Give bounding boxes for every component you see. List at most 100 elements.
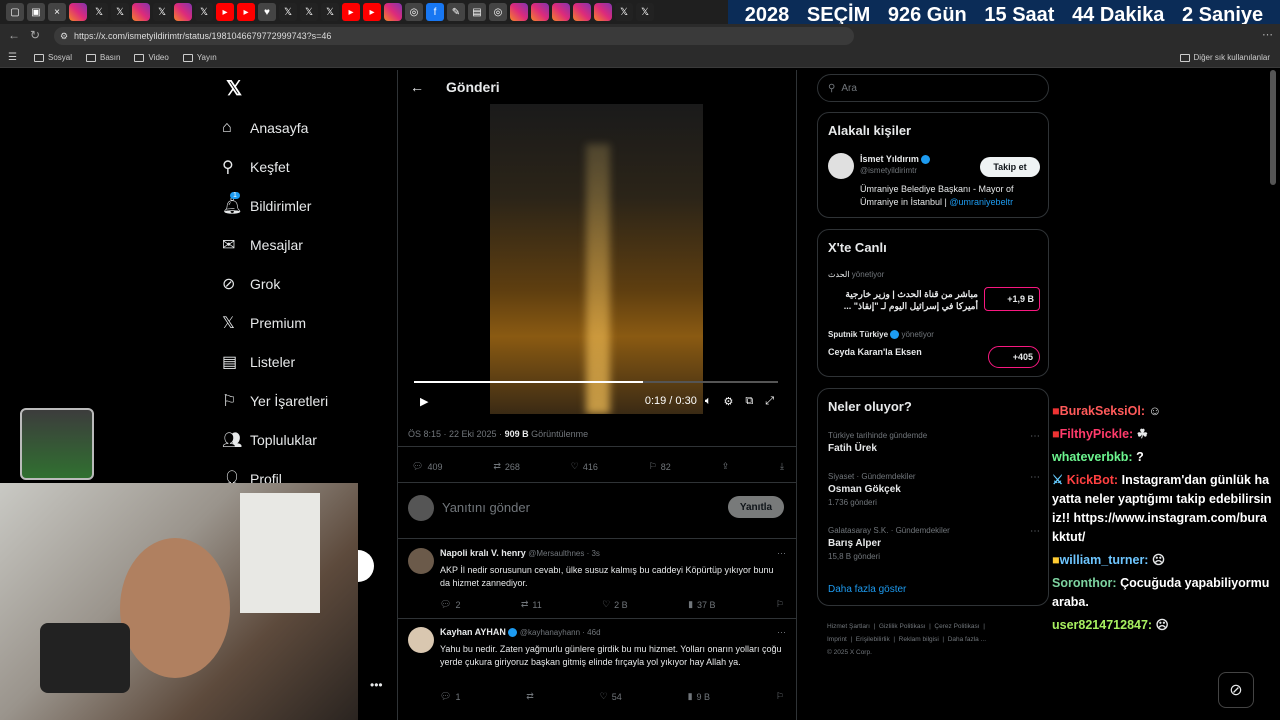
bookmark-folder-yayin[interactable]: Yayın [182,53,217,62]
settings-icon[interactable]: ⚙ [723,395,733,408]
bookmark-folder-basin[interactable]: Basın [86,53,120,62]
retweet-button[interactable]: ⇄ 268 [493,461,520,472]
instagram-tab-icon[interactable] [69,3,87,21]
instagram-tab-icon[interactable] [510,3,528,21]
youtube-tab-icon[interactable]: ▸ [363,3,381,21]
more-icon[interactable]: ⋯ [1030,526,1040,537]
host-name[interactable]: الحدث [828,270,850,279]
nav-bookmarks[interactable]: ⚐ Yer İşaretleri [222,381,392,420]
youtube-tab-icon[interactable]: ▸ [342,3,360,21]
grok-icon[interactable]: ⊘ [1218,672,1254,708]
reply-button[interactable]: 💬︎ 409 [412,461,442,472]
follow-button[interactable]: Takip et [980,157,1040,177]
more-icon[interactable]: ⋯ [777,548,786,559]
youtube-tab-icon[interactable]: ▸ [216,3,234,21]
bookmark-folder-video[interactable]: Video [134,53,169,62]
trend-item[interactable]: Türkiye tarihinde gündemde Fatih Ürek ⋯ [828,431,1040,454]
like-button[interactable]: ♡ 416 [571,461,598,472]
bookmark-button[interactable]: ⚐ [776,691,784,702]
avatar[interactable] [408,548,434,574]
bookmark-folder-sosyal[interactable]: Sosyal [34,53,72,62]
show-more-link[interactable]: Daha fazla göster [828,584,906,595]
nav-communities[interactable]: 👥︎ Topluluklar [222,420,392,459]
download-button[interactable]: ⤓ [780,461,784,472]
more-dots-icon[interactable]: ••• [370,678,383,692]
instagram-tab-icon[interactable] [132,3,150,21]
x-tab-icon[interactable]: 𝕏 [195,3,213,21]
nav-explore[interactable]: ⚲ Keşfet [222,147,392,186]
url-field[interactable]: ⚙ https://x.com/ismetyildirimtr/status/1… [54,27,854,45]
footer-link[interactable]: Hizmet Şartları [827,623,870,630]
menu-dots-icon[interactable]: ⋯ [1262,28,1273,41]
globe-tab-icon[interactable]: ◎ [489,3,507,21]
nav-lists[interactable]: ▤ Listeler [222,342,392,381]
share-button[interactable]: ⇪ [722,461,730,472]
footer-link[interactable]: Reklam bilgisi [899,636,939,643]
more-icon[interactable]: ⋯ [1030,472,1040,483]
tab-actions-icon[interactable]: ▣ [27,3,45,21]
trend-item[interactable]: Galatasaray S.K. · Gündemdekiler Barış A… [828,526,1040,561]
search-input[interactable]: ⚲ Ara [817,74,1049,102]
live-title[interactable]: مباشر من قناة الحدث | وزير خارجية أميركا… [828,288,978,312]
site-info-icon[interactable]: ⚙ [60,27,68,45]
footer-link[interactable]: Gizlilik Politikası [879,623,926,630]
trend-item[interactable]: Siyaset · Gündemdekiler Osman Gökçek 1.7… [828,472,1040,507]
facebook-tab-icon[interactable]: f [426,3,444,21]
youtube-tab-icon[interactable]: ▸ [237,3,255,21]
x-tab-icon[interactable]: 𝕏 [279,3,297,21]
back-arrow-icon[interactable]: ← [410,79,424,95]
nav-premium[interactable]: 𝕏 Premium [222,303,392,342]
footer-link[interactable]: Çerez Politikası [934,623,979,630]
like-button[interactable]: ♡ 2 B [602,599,628,610]
popout-icon[interactable]: ⧉ [745,395,753,408]
footer-link[interactable]: Erişilebilirlik [856,636,890,643]
reload-icon[interactable]: ↻ [30,28,40,42]
nav-messages[interactable]: ✉ Mesajlar [222,225,392,264]
more-icon[interactable]: ⋯ [777,627,786,638]
close-tab-icon[interactable]: × [48,3,66,21]
instagram-tab-icon[interactable] [384,3,402,21]
person-name[interactable]: İsmet Yıldırım [860,154,919,164]
feather-tab-icon[interactable]: ✎ [447,3,465,21]
other-bookmarks[interactable]: Diğer sık kullanılanlar [1179,53,1270,62]
nav-home[interactable]: ⌂ Anasayfa [222,108,392,147]
nav-grok[interactable]: ⊘ Grok [222,264,392,303]
window-icon[interactable]: ▢ [6,3,24,21]
collapse-handle[interactable] [358,550,374,582]
x-tab-icon[interactable]: 𝕏 [90,3,108,21]
bookmark-list-icon[interactable]: ☰ [8,52,17,63]
like-button[interactable]: ♡ 54 [600,691,622,702]
host-name[interactable]: Sputnik Türkiye [828,330,888,339]
app-tab-icon[interactable]: ▤ [468,3,486,21]
bookmark-button[interactable]: ⚐ [776,599,784,610]
heart-tab-icon[interactable]: ♥ [258,3,276,21]
video-progress-bar[interactable] [414,381,778,383]
live-title[interactable]: Ceyda Karan'la Eksen [828,347,922,357]
x-tab-icon[interactable]: 𝕏 [615,3,633,21]
instagram-tab-icon[interactable] [552,3,570,21]
bookmark-button[interactable]: ⚐ 82 [649,461,671,472]
reply-button[interactable]: 💬︎ 2 [440,599,460,610]
instagram-tab-icon[interactable] [573,3,591,21]
retweet-button[interactable]: ⇄ 11 [521,599,542,610]
x-tab-icon[interactable]: 𝕏 [321,3,339,21]
x-logo-icon[interactable]: 𝕏 [226,76,242,101]
instagram-tab-icon[interactable] [531,3,549,21]
x-tab-icon[interactable]: 𝕏 [111,3,129,21]
x-tab-icon[interactable]: 𝕏 [300,3,318,21]
reply-submit-button[interactable]: Yanıtla [728,496,784,518]
fullscreen-icon[interactable]: ⤢ [765,395,774,408]
volume-icon[interactable]: 🔈︎ [705,395,712,408]
x-tab-icon[interactable]: 𝕏 [153,3,171,21]
avatar[interactable] [828,153,854,179]
reply-input[interactable]: Yanıtını gönder [442,500,530,515]
nav-notifications[interactable]: 🔔︎ 1 Bildirimler [222,186,392,225]
bio-link[interactable]: @umraniyebeltr [949,197,1013,207]
back-arrow-icon[interactable]: ← [8,28,20,42]
views-button[interactable]: ▮ 9 B [688,691,710,702]
footer-link[interactable]: Daha fazla ... [948,636,986,643]
scrollbar-thumb[interactable] [1270,70,1276,185]
more-icon[interactable]: ⋯ [1030,431,1040,442]
retweet-button[interactable]: ⇄ [526,691,534,702]
x-tab-icon[interactable]: 𝕏 [636,3,654,21]
